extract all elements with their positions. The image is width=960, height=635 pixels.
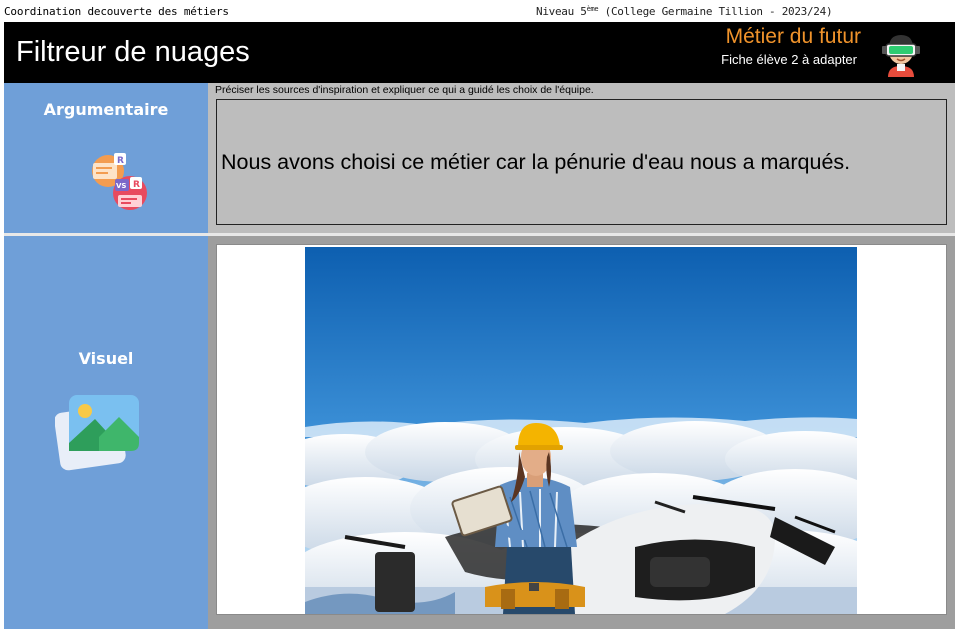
visuel-panel — [208, 236, 955, 629]
svg-text:R: R — [117, 156, 124, 166]
niveau-sup: ème — [586, 5, 599, 13]
niveau-prefix: Niveau 5 — [536, 5, 587, 18]
fiche-label: Fiche élève 2 à adapter — [721, 52, 857, 67]
sidebar-argumentaire: Argumentaire R VS R — [4, 83, 208, 233]
image-icon — [55, 395, 139, 471]
niveau-suffix: (College Germaine Tillion - 2023/24) — [598, 5, 833, 18]
title-banner: Filtreur de nuages Métier du futur Fiche… — [4, 22, 955, 83]
coordination-text: Coordination decouverte des métiers — [4, 5, 229, 18]
argumentaire-hint: Préciser les sources d'inspiration et ex… — [215, 84, 594, 96]
niveau-text: Niveau 5ème (College Germaine Tillion - … — [536, 5, 833, 18]
section-label-visuel: Visuel — [78, 349, 134, 368]
argumentaire-textbox[interactable]: Nous avons choisi ce métier car la pénur… — [216, 99, 947, 225]
metier-du-futur-label: Métier du futur — [725, 25, 861, 48]
debate-icon: R VS R — [92, 153, 147, 210]
section-label-argumentaire: Argumentaire — [43, 100, 169, 119]
worker-above-clouds-photo[interactable] — [305, 247, 857, 614]
argumentaire-text: Nous avons choisi ce métier car la pénur… — [221, 150, 851, 174]
svg-text:R: R — [133, 180, 140, 190]
sidebar-visuel: Visuel — [4, 236, 208, 629]
vr-headset-icon — [882, 35, 920, 77]
page-title: Filtreur de nuages — [16, 36, 250, 68]
visuel-frame — [216, 244, 947, 615]
argumentaire-panel: Préciser les sources d'inspiration et ex… — [208, 83, 955, 233]
top-line: Coordination decouverte des métiers Nive… — [0, 0, 960, 22]
svg-text:VS: VS — [116, 182, 126, 190]
